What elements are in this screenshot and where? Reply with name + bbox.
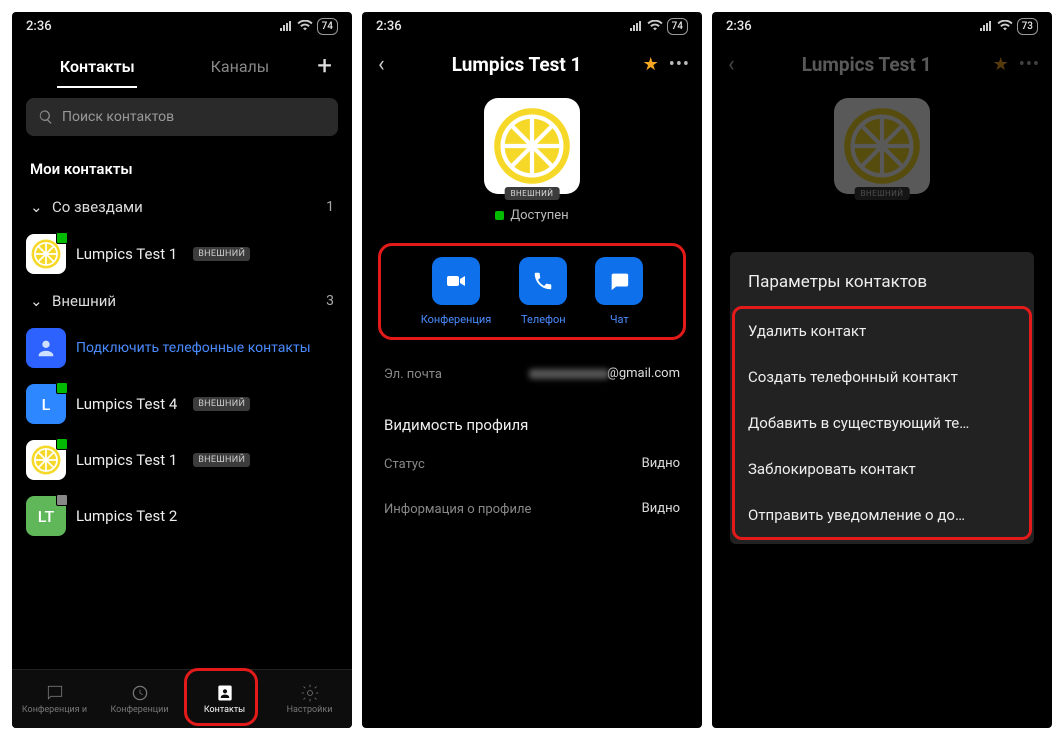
options-sheet: Параметры контактов Удалить контакт Созд… — [730, 252, 1034, 544]
contact-row[interactable]: L Lumpics Test 4 ВНЕШНИЙ — [12, 376, 352, 432]
option-send-notification[interactable]: Отправить уведомление о до… — [730, 492, 1034, 538]
search-input[interactable]: Поиск контактов — [26, 98, 338, 136]
avatar — [26, 440, 66, 480]
action-phone[interactable]: Телефон — [519, 257, 567, 326]
back-button[interactable]: ‹ — [372, 48, 391, 81]
back-button[interactable]: ‹ — [722, 48, 741, 81]
avatar: L — [26, 384, 66, 424]
profile-area: ВНЕШНИЙ Доступен — [362, 88, 702, 231]
row-email: Эл. почта @gmail.com — [362, 352, 702, 398]
status-icons: 74 — [279, 18, 338, 35]
profile-avatar: ВНЕШНИЙ — [834, 98, 930, 194]
option-add-existing[interactable]: Добавить в существующий те… — [730, 400, 1034, 446]
nav-contacts[interactable]: Контакты — [182, 670, 267, 728]
tab-contacts[interactable]: Контакты — [26, 47, 169, 86]
email-value: @gmail.com — [529, 366, 680, 384]
nav-meetings[interactable]: Конференции — [97, 670, 182, 728]
phonebook-icon — [26, 328, 66, 368]
visibility-title: Видимость профиля — [362, 398, 702, 442]
option-block[interactable]: Заблокировать контакт — [730, 446, 1034, 492]
external-badge: ВНЕШНИЙ — [505, 187, 560, 200]
external-badge: ВНЕШНИЙ — [193, 453, 250, 467]
option-create-phone[interactable]: Создать телефонный контакт — [730, 354, 1034, 400]
add-button[interactable]: + — [311, 51, 338, 81]
star-icon[interactable]: ★ — [993, 54, 1009, 75]
tab-channels[interactable]: Каналы — [169, 47, 312, 86]
star-icon[interactable]: ★ — [643, 54, 659, 75]
battery: 74 — [317, 18, 338, 35]
sheet-title: Параметры контактов — [730, 258, 1034, 308]
status-bar: 2:36 73 — [712, 12, 1052, 40]
presence: Доступен — [495, 208, 568, 223]
row-profile-info: Информация о профиле Видно — [362, 487, 702, 533]
action-meeting[interactable]: Конференция — [421, 257, 492, 326]
external-badge: ВНЕШНИЙ — [193, 397, 250, 411]
contact-row[interactable]: LT Lumpics Test 2 — [12, 488, 352, 544]
detail-header: ‹ Lumpics Test 1 ★ ••• — [362, 40, 702, 88]
status-bar: 2:36 74 — [362, 12, 702, 40]
avatar — [26, 234, 66, 274]
clock: 2:36 — [26, 19, 52, 34]
action-chat[interactable]: Чат — [595, 257, 643, 326]
avatar: LT — [26, 496, 66, 536]
more-button[interactable]: ••• — [667, 54, 692, 75]
top-tabs: Контакты Каналы + — [12, 40, 352, 88]
contact-row[interactable]: Lumpics Test 1 ВНЕШНИЙ — [12, 432, 352, 488]
nav-meet-chat[interactable]: Конференция и — [12, 670, 97, 728]
bottom-nav: Конференция и Конференции Контакты Настр… — [12, 669, 352, 728]
option-delete[interactable]: Удалить контакт — [730, 308, 1034, 354]
section-my-contacts: Мои контакты — [12, 150, 352, 188]
group-external[interactable]: ⌄ Внешний 3 — [12, 282, 352, 320]
chevron-down-icon: ⌄ — [30, 292, 40, 310]
more-button[interactable]: ••• — [1017, 54, 1042, 75]
action-row: Конференция Телефон Чат — [392, 245, 672, 338]
screen-contacts-list: 2:36 74 Контакты Каналы + Поиск контакто… — [12, 12, 352, 728]
search-icon — [38, 109, 54, 125]
status-bar: 2:36 74 — [12, 12, 352, 40]
contact-title: Lumpics Test 1 — [399, 53, 635, 76]
profile-avatar: ВНЕШНИЙ — [484, 98, 580, 194]
screen-contact-options: 2:36 73 ‹ Lumpics Test 1 ★ ••• ВНЕШНИЙ Э… — [712, 12, 1052, 728]
connect-phone-contacts[interactable]: Подключить телефонные контакты — [12, 320, 352, 376]
detail-header: ‹ Lumpics Test 1 ★ ••• — [712, 40, 1052, 88]
chevron-down-icon: ⌄ — [30, 198, 40, 216]
presence-dot — [56, 232, 68, 244]
contact-row[interactable]: Lumpics Test 1 ВНЕШНИЙ — [12, 226, 352, 282]
external-badge: ВНЕШНИЙ — [193, 247, 250, 261]
group-starred[interactable]: ⌄ Со звездами 1 — [12, 188, 352, 226]
screen-contact-detail: 2:36 74 ‹ Lumpics Test 1 ★ ••• ВНЕШНИЙ Д… — [362, 12, 702, 728]
row-status: Статус Видно — [362, 442, 702, 488]
nav-settings[interactable]: Настройки — [267, 670, 352, 728]
